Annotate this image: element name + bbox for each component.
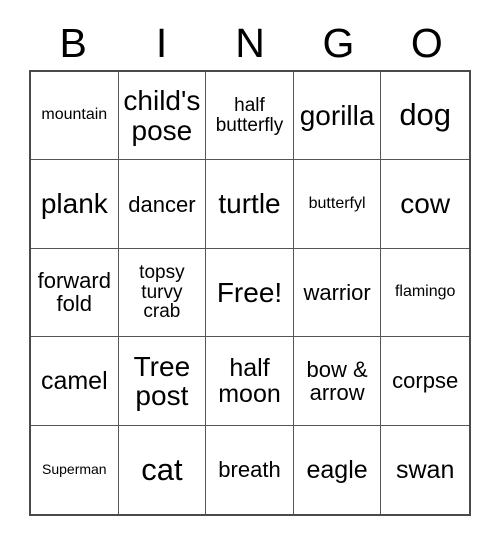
bingo-cell[interactable]: mountain <box>31 72 119 161</box>
bingo-cell-label: plank <box>40 188 108 220</box>
bingo-cell-label: forward fold <box>37 268 111 317</box>
bingo-cell[interactable]: half moon <box>206 337 294 426</box>
bingo-cell[interactable]: Tree post <box>118 337 207 426</box>
header-letter-b: B <box>59 19 87 66</box>
bingo-cell-label: half butterfly <box>215 94 284 136</box>
bingo-cell[interactable]: bow & arrow <box>293 337 382 426</box>
bingo-cell[interactable]: child's pose <box>118 72 207 161</box>
bingo-cell[interactable]: plank <box>31 160 119 249</box>
header-letter-g: G <box>322 19 355 66</box>
bingo-cell-label: Free! <box>216 276 283 308</box>
bingo-cell-label: butterfyl <box>308 194 366 212</box>
bingo-cell-label: camel <box>40 366 108 395</box>
bingo-cell-label: bow & arrow <box>306 356 368 405</box>
bingo-cell-label: topsy turvy crab <box>139 261 185 323</box>
bingo-cell[interactable]: cow <box>381 160 469 249</box>
bingo-cell-label: gorilla <box>299 100 375 131</box>
bingo-cell-label: turtle <box>218 188 281 220</box>
bingo-cell-label: Superman <box>42 461 107 478</box>
header-letter-o: O <box>410 19 443 66</box>
bingo-cell-label: eagle <box>306 455 368 484</box>
bingo-cell[interactable]: half butterfly <box>206 72 294 161</box>
bingo-cell-label: swan <box>396 455 455 484</box>
bingo-cell-free[interactable]: Free! <box>206 248 294 338</box>
bingo-cell[interactable]: dog <box>381 72 469 161</box>
header-letter-i: I <box>155 19 168 66</box>
bingo-cell[interactable]: warrior <box>293 248 382 338</box>
bingo-cell[interactable]: camel <box>31 337 119 426</box>
bingo-cell[interactable]: swan <box>381 425 469 514</box>
bingo-cell[interactable]: turtle <box>206 160 294 249</box>
bingo-cell-label: warrior <box>303 279 371 305</box>
bingo-grid: mountain child's pose half butterfly gorill… <box>29 70 471 516</box>
bingo-cell-label: Tree post <box>133 350 191 411</box>
bingo-cell-label: mountain <box>41 106 108 124</box>
bingo-cell[interactable]: topsy turvy crab <box>118 248 207 338</box>
bingo-cell[interactable]: cat <box>118 425 207 514</box>
bingo-header-row: B I N G O <box>29 18 471 68</box>
bingo-cell[interactable]: gorilla <box>293 72 382 161</box>
bingo-cell[interactable]: forward fold <box>31 248 119 338</box>
bingo-cell-label: flamingo <box>394 283 456 301</box>
bingo-cell[interactable]: butterfyl <box>293 160 382 249</box>
bingo-cell-label: corpse <box>392 368 459 394</box>
bingo-cell-label: cat <box>141 451 183 487</box>
bingo-cell-label: child's pose <box>123 85 201 146</box>
bingo-cell-label: half moon <box>218 353 281 408</box>
bingo-cell[interactable]: eagle <box>293 425 382 514</box>
bingo-cell[interactable]: breath <box>206 425 294 514</box>
bingo-cell[interactable]: dancer <box>118 160 207 249</box>
bingo-card: B I N G O mountain child's pose half butte… <box>0 0 500 544</box>
bingo-cell-label: breath <box>218 457 281 483</box>
bingo-cell[interactable]: corpse <box>381 337 469 426</box>
bingo-cell[interactable]: Superman <box>31 425 119 514</box>
header-letter-n: N <box>235 19 265 66</box>
bingo-cell-label: dog <box>399 97 452 133</box>
bingo-cell[interactable]: flamingo <box>381 248 469 338</box>
bingo-cell-label: dancer <box>128 191 196 217</box>
bingo-cell-label: cow <box>400 188 451 220</box>
